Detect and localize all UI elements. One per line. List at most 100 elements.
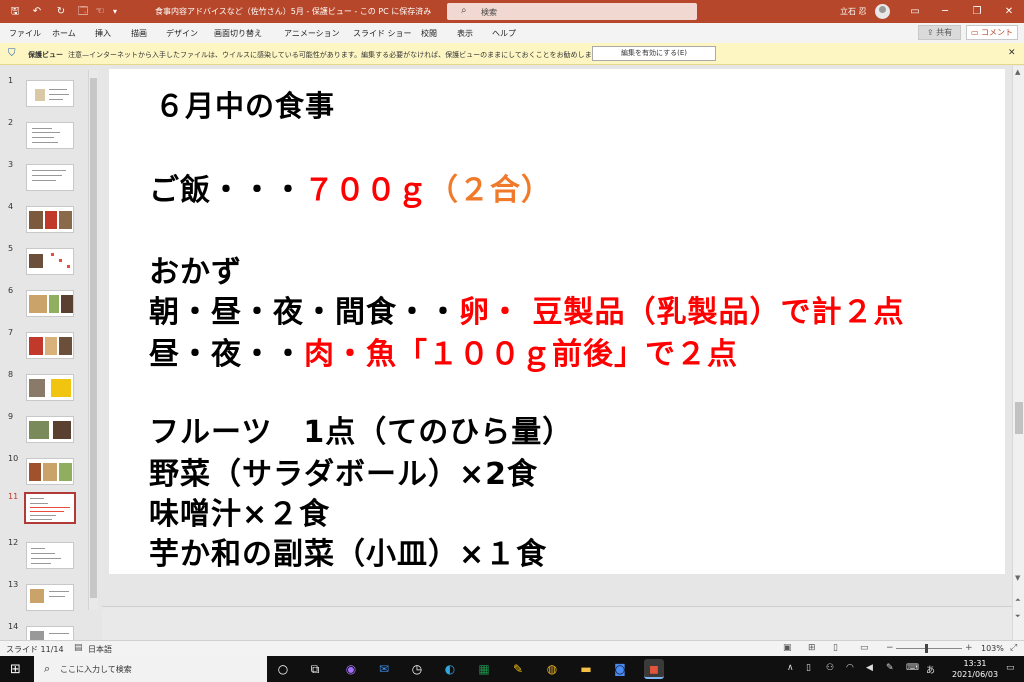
messenger-icon[interactable]: ◉ (341, 659, 361, 679)
normal-view-icon[interactable]: ▣ (783, 643, 792, 653)
close-icon[interactable]: ✕ (1008, 48, 1016, 58)
next-slide-icon[interactable]: ⏷ (1015, 612, 1021, 621)
alarms-icon[interactable]: ◷ (407, 659, 427, 679)
slide-thumbnail-2[interactable]: 2 (0, 118, 90, 154)
windows-start-icon[interactable]: ⊞ (10, 662, 21, 677)
excel-icon[interactable]: ▦ (474, 659, 494, 679)
title-search-box[interactable]: ⌕ 検索 (447, 3, 697, 20)
zoom-slider[interactable] (896, 648, 962, 649)
share-button[interactable]: ⇪ 共有 (918, 25, 961, 40)
redo-icon[interactable]: ↻ (54, 4, 68, 19)
tab-slideshow[interactable]: スライド ショー (353, 28, 412, 39)
slide-number: 5 (8, 244, 14, 253)
scroll-up-icon[interactable]: ▲ (1015, 68, 1020, 76)
slide-thumbnail-12[interactable]: 12 (0, 538, 90, 574)
powerpoint-icon[interactable]: ◼ (644, 659, 664, 679)
notes-area[interactable] (102, 606, 1012, 640)
pen-tray-icon[interactable]: ✎ (886, 663, 894, 673)
slide-thumbnail-8[interactable]: 8 (0, 370, 90, 406)
share-label: 共有 (936, 28, 953, 37)
rice-cups: （２合） (428, 173, 552, 208)
tray-people-icon[interactable]: ⚇ (826, 663, 834, 673)
slide-thumbnail-11[interactable]: 11 (0, 492, 90, 528)
slide-number: 2 (8, 118, 14, 127)
protected-view-bar: ⛉ 保護ビュー 注意—インターネットから入手したファイルは、ウイルスに感染してい… (0, 43, 1024, 65)
tab-transitions[interactable]: 画面切り替え (214, 28, 262, 39)
slide-thumbnail-5[interactable]: 5 (0, 244, 90, 280)
pen-app-icon[interactable]: ✎ (508, 659, 528, 679)
tab-design[interactable]: デザイン (166, 28, 198, 39)
zoom-out-icon[interactable]: − (886, 643, 894, 653)
slide-preview (26, 332, 74, 359)
ribbon-display-options-icon[interactable]: ▭ (900, 0, 930, 23)
scroll-down-icon[interactable]: ▼ (1015, 574, 1020, 582)
fit-to-window-icon[interactable]: ⤢ (1010, 643, 1017, 653)
close-button[interactable]: ✕ (994, 0, 1024, 23)
thumbnail-scroll-thumb[interactable] (90, 78, 97, 598)
slide-sorter-icon[interactable]: ⊞ (808, 643, 816, 653)
slide-thumbnail-4[interactable]: 4 (0, 202, 90, 238)
slide-number: 1 (8, 76, 14, 85)
mail-icon[interactable]: ✉ (374, 659, 394, 679)
slide-thumbnail-7[interactable]: 7 (0, 328, 90, 364)
taskbar-search[interactable]: ⌕ ここに入力して検索 (34, 656, 267, 682)
zoom-level[interactable]: 103% (981, 644, 1004, 653)
reading-view-icon[interactable]: ▯ (833, 643, 838, 653)
editor-scroll-thumb[interactable] (1015, 402, 1023, 434)
task-view-icon[interactable]: ⧉ (305, 659, 325, 679)
language-indicator[interactable]: 日本語 (88, 644, 112, 655)
thumbnail-scrollbar[interactable] (88, 70, 98, 610)
tab-animations[interactable]: アニメーション (284, 28, 340, 39)
edge-icon[interactable]: ◐ (440, 659, 460, 679)
slide-preview (26, 248, 74, 275)
presentation-from-start-icon[interactable]: 🗔 (76, 4, 90, 19)
tab-home[interactable]: ホーム (52, 28, 76, 39)
cortana-icon[interactable]: ○ (273, 659, 293, 679)
file-explorer-icon[interactable]: ▬ (576, 659, 596, 679)
slide-thumbnail-9[interactable]: 9 (0, 412, 90, 448)
slide-thumbnail-14[interactable]: 14 (0, 622, 90, 640)
slide-number: 13 (8, 580, 19, 589)
zoom-slider-handle[interactable] (925, 644, 928, 653)
slide-thumbnail-1[interactable]: 1 (0, 76, 90, 112)
undo-icon[interactable]: ↶ (30, 4, 44, 19)
chrome-icon[interactable]: ◍ (542, 659, 562, 679)
tray-phone-icon[interactable]: ▯ (806, 663, 811, 673)
keyboard-icon[interactable]: ⌨ (906, 663, 919, 673)
editor-scrollbar[interactable]: ▲ ▼ ⏶ ⏷ (1012, 66, 1024, 640)
tab-file[interactable]: ファイル (9, 28, 41, 39)
minimize-button[interactable]: ─ (930, 0, 960, 23)
enable-editing-button[interactable]: 編集を有効にする(E) (592, 46, 716, 61)
slide-number: 7 (8, 328, 14, 337)
tab-view[interactable]: 表示 (457, 28, 473, 39)
ime-indicator[interactable]: あ (926, 663, 935, 676)
slide-thumbnail-6[interactable]: 6 (0, 286, 90, 322)
wifi-icon[interactable]: ◠ (846, 663, 854, 673)
previous-slide-icon[interactable]: ⏶ (1015, 596, 1021, 605)
shield-icon: ⛉ (8, 48, 16, 59)
comment-button[interactable]: ▭ コメント (966, 25, 1018, 40)
volume-icon[interactable]: ◀ (866, 663, 873, 673)
spellcheck-icon[interactable]: ▤ (74, 643, 83, 653)
save-icon[interactable]: 🖫 (8, 4, 22, 19)
zoom-in-icon[interactable]: + (965, 643, 973, 653)
tray-overflow-icon[interactable]: ∧ (787, 663, 794, 673)
side-dish-line: 芋か和の副菜（小皿）×１食 (149, 537, 548, 572)
tab-review[interactable]: 校閲 (421, 28, 437, 39)
tab-help[interactable]: ヘルプ (492, 28, 516, 39)
zoom-app-icon[interactable]: ◙ (610, 659, 630, 679)
tab-draw[interactable]: 描画 (131, 28, 147, 39)
customize-quick-access-icon[interactable]: ▾ (108, 4, 122, 19)
notifications-icon[interactable]: ▭ (1006, 663, 1015, 673)
user-name[interactable]: 立石 忍 (840, 6, 867, 17)
tab-insert[interactable]: 挿入 (95, 28, 111, 39)
slide-thumbnail-3[interactable]: 3 (0, 160, 90, 196)
slideshow-view-icon[interactable]: ▭ (860, 643, 869, 653)
slide-thumbnail-10[interactable]: 10 (0, 454, 90, 490)
slide-canvas[interactable]: ６月中の食事 ご飯・・・７００ｇ（２合） おかず 朝・昼・夜・間食・・卵・ 豆製… (109, 69, 1005, 574)
maximize-button[interactable]: ❐ (962, 0, 992, 23)
clock[interactable]: 13:31 2021/06/03 (950, 658, 1000, 680)
touch-mode-icon[interactable]: ☜ (93, 4, 107, 19)
avatar[interactable] (875, 4, 890, 19)
slide-thumbnail-13[interactable]: 13 (0, 580, 90, 616)
